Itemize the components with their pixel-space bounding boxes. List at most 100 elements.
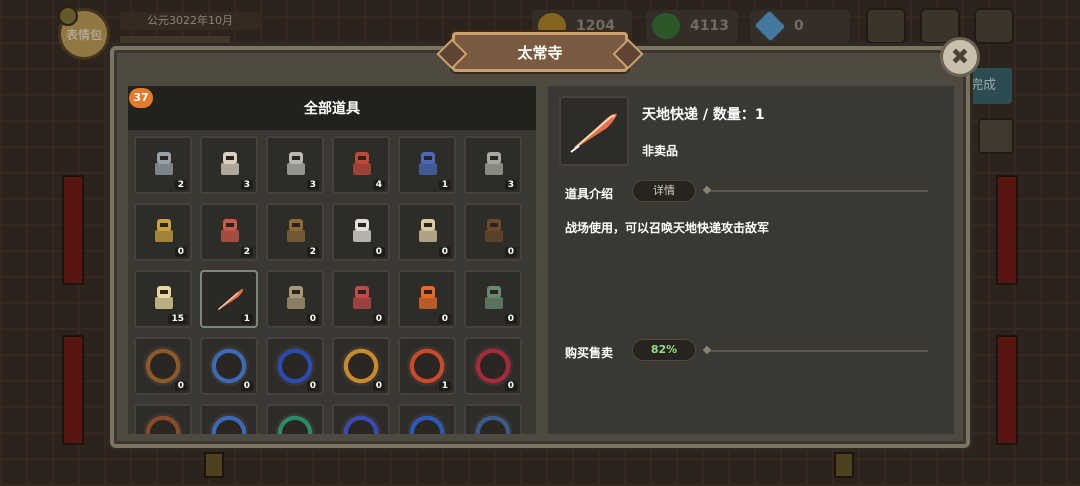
item-quantity: 1 xyxy=(438,180,451,190)
item-quantity: 0 xyxy=(174,381,187,391)
orb-partial-6-icon xyxy=(473,413,513,434)
siege-cart-icon xyxy=(478,215,510,247)
trade-percent-button[interactable]: 82% xyxy=(632,339,696,361)
item-quantity: 0 xyxy=(372,247,385,257)
item-quantity: 1 xyxy=(438,381,451,391)
inventory-slot-weapon-set[interactable]: 0 xyxy=(332,270,390,328)
inventory-slot-fire-slash-orb[interactable]: 1 xyxy=(398,337,456,395)
inventory-slot-vortex-orb[interactable]: 0 xyxy=(266,337,324,395)
cavalry-icon xyxy=(346,215,378,247)
inventory-slot-orb-partial-6[interactable] xyxy=(464,404,522,434)
orb-partial-1-icon xyxy=(143,413,183,434)
item-quantity: 0 xyxy=(438,314,451,324)
inventory-slot-orb-partial-2[interactable] xyxy=(200,404,258,434)
inventory-slot-orb-partial-5[interactable] xyxy=(398,404,456,434)
inventory-slot-cavalry[interactable]: 0 xyxy=(332,203,390,261)
inventory-slot-wind-orb[interactable]: 0 xyxy=(200,337,258,395)
inventory-slot-soldier-helmet[interactable]: 2 xyxy=(134,136,192,194)
item-quantity: 0 xyxy=(174,247,187,257)
panel-title: 太常寺 xyxy=(452,32,628,72)
crimson-arc-orb-icon xyxy=(473,346,513,386)
item-quantity: 3 xyxy=(306,180,319,190)
inventory-slot-crimson-arc-orb[interactable]: 0 xyxy=(464,337,522,395)
item-quantity: 1 xyxy=(240,314,253,324)
inventory-slot-shaman[interactable]: 2 xyxy=(266,203,324,261)
inventory-slot-map-scroll[interactable]: 15 xyxy=(134,270,192,328)
red-warrior-icon xyxy=(214,215,246,247)
trade-divider xyxy=(708,350,928,352)
orb-partial-3-icon xyxy=(275,413,315,434)
inventory-slot-spear-soldier[interactable]: 4 xyxy=(332,136,390,194)
inventory-slot-treasure-chest[interactable]: 0 xyxy=(464,270,522,328)
heaven-earth-express-icon xyxy=(214,282,246,314)
inventory-slot-armored-knight[interactable]: 3 xyxy=(266,136,324,194)
intro-label: 道具介绍 xyxy=(565,187,614,201)
inventory-slot-orb-partial-4[interactable] xyxy=(332,404,390,434)
orb-partial-5-icon xyxy=(407,413,447,434)
inventory-slot-golden-orb[interactable]: 0 xyxy=(134,337,192,395)
shield-soldier-icon xyxy=(412,148,444,180)
spear-soldier-icon xyxy=(346,148,378,180)
inventory-slot-heavy-infantry[interactable]: 3 xyxy=(464,136,522,194)
item-quantity: 15 xyxy=(168,314,187,324)
item-quantity: 4 xyxy=(372,180,385,190)
inventory-slot-gold-archer[interactable]: 0 xyxy=(134,203,192,261)
inventory-slot-mounted-scholar[interactable]: 0 xyxy=(398,203,456,261)
inventory-slot-shield-soldier[interactable]: 1 xyxy=(398,136,456,194)
inventory-panel: 全部道具 2 3 3 4 1 3 0 2 2 0 0 0 15 1 0 0 0 0 0 0 0 0 1 0 xyxy=(128,86,536,434)
inventory-slot-siege-cart[interactable]: 0 xyxy=(464,203,522,261)
wind-orb-icon xyxy=(209,346,249,386)
intro-divider xyxy=(708,190,928,192)
soldier-helmet-icon xyxy=(148,148,180,180)
inventory-slot-fire-brazier[interactable]: 0 xyxy=(398,270,456,328)
item-quantity: 0 xyxy=(240,381,253,391)
item-quantity: 0 xyxy=(306,381,319,391)
inventory-slot-golden-crown-orb[interactable]: 0 xyxy=(332,337,390,395)
inventory-grid: 2 3 3 4 1 3 0 2 2 0 0 0 15 1 0 0 0 0 0 0 0 0 1 0 xyxy=(134,136,534,434)
heaven-earth-express-icon xyxy=(570,113,617,153)
item-quantity: 0 xyxy=(438,247,451,257)
orb-partial-2-icon xyxy=(209,413,249,434)
inventory-slot-orb-partial-3[interactable] xyxy=(266,404,324,434)
item-tag: 非卖品 xyxy=(642,144,679,158)
item-quantity: 3 xyxy=(504,180,517,190)
item-quantity: 0 xyxy=(306,314,319,324)
item-quantity: 0 xyxy=(504,381,517,391)
weapon-set-icon xyxy=(346,282,378,314)
treasure-chest-icon xyxy=(478,282,510,314)
item-quantity: 0 xyxy=(504,314,517,324)
inventory-header: 全部道具 xyxy=(128,86,536,130)
item-count-badge: 37 xyxy=(129,88,153,108)
details-button[interactable]: 详情 xyxy=(632,180,696,202)
selected-item-icon-box xyxy=(559,96,629,166)
item-quantity: 2 xyxy=(306,247,319,257)
vortex-orb-icon xyxy=(275,346,315,386)
item-detail-panel: 天地快递 / 数量：1 非卖品 道具介绍 详情 战场使用，可以召唤天地快递攻击敌… xyxy=(548,86,954,434)
golden-crown-orb-icon xyxy=(341,346,381,386)
inventory-slot-bearded-general[interactable]: 3 xyxy=(200,136,258,194)
armored-knight-icon xyxy=(280,148,312,180)
inventory-slot-orb-partial-1[interactable] xyxy=(134,404,192,434)
inventory-slot-heaven-earth-express[interactable]: 1 xyxy=(200,270,258,328)
stone-brain-icon xyxy=(280,282,312,314)
golden-orb-icon xyxy=(143,346,183,386)
trade-label: 购买售卖 xyxy=(565,346,614,360)
item-description: 战场使用，可以召唤天地快递攻击敌军 xyxy=(565,221,770,235)
inventory-slot-stone-brain[interactable]: 0 xyxy=(266,270,324,328)
item-quantity: 3 xyxy=(240,180,253,190)
item-quantity: 2 xyxy=(240,247,253,257)
close-button[interactable]: ✖ xyxy=(940,37,980,77)
map-scroll-icon xyxy=(148,282,180,314)
item-name: 天地快递 / 数量：1 xyxy=(642,107,765,123)
shaman-icon xyxy=(280,215,312,247)
item-quantity: 0 xyxy=(372,381,385,391)
item-quantity: 2 xyxy=(174,180,187,190)
fire-brazier-icon xyxy=(412,282,444,314)
inventory-slot-red-warrior[interactable]: 2 xyxy=(200,203,258,261)
gold-archer-icon xyxy=(148,215,180,247)
bearded-general-icon xyxy=(214,148,246,180)
orb-partial-4-icon xyxy=(341,413,381,434)
mounted-scholar-icon xyxy=(412,215,444,247)
heavy-infantry-icon xyxy=(478,148,510,180)
item-quantity: 0 xyxy=(372,314,385,324)
